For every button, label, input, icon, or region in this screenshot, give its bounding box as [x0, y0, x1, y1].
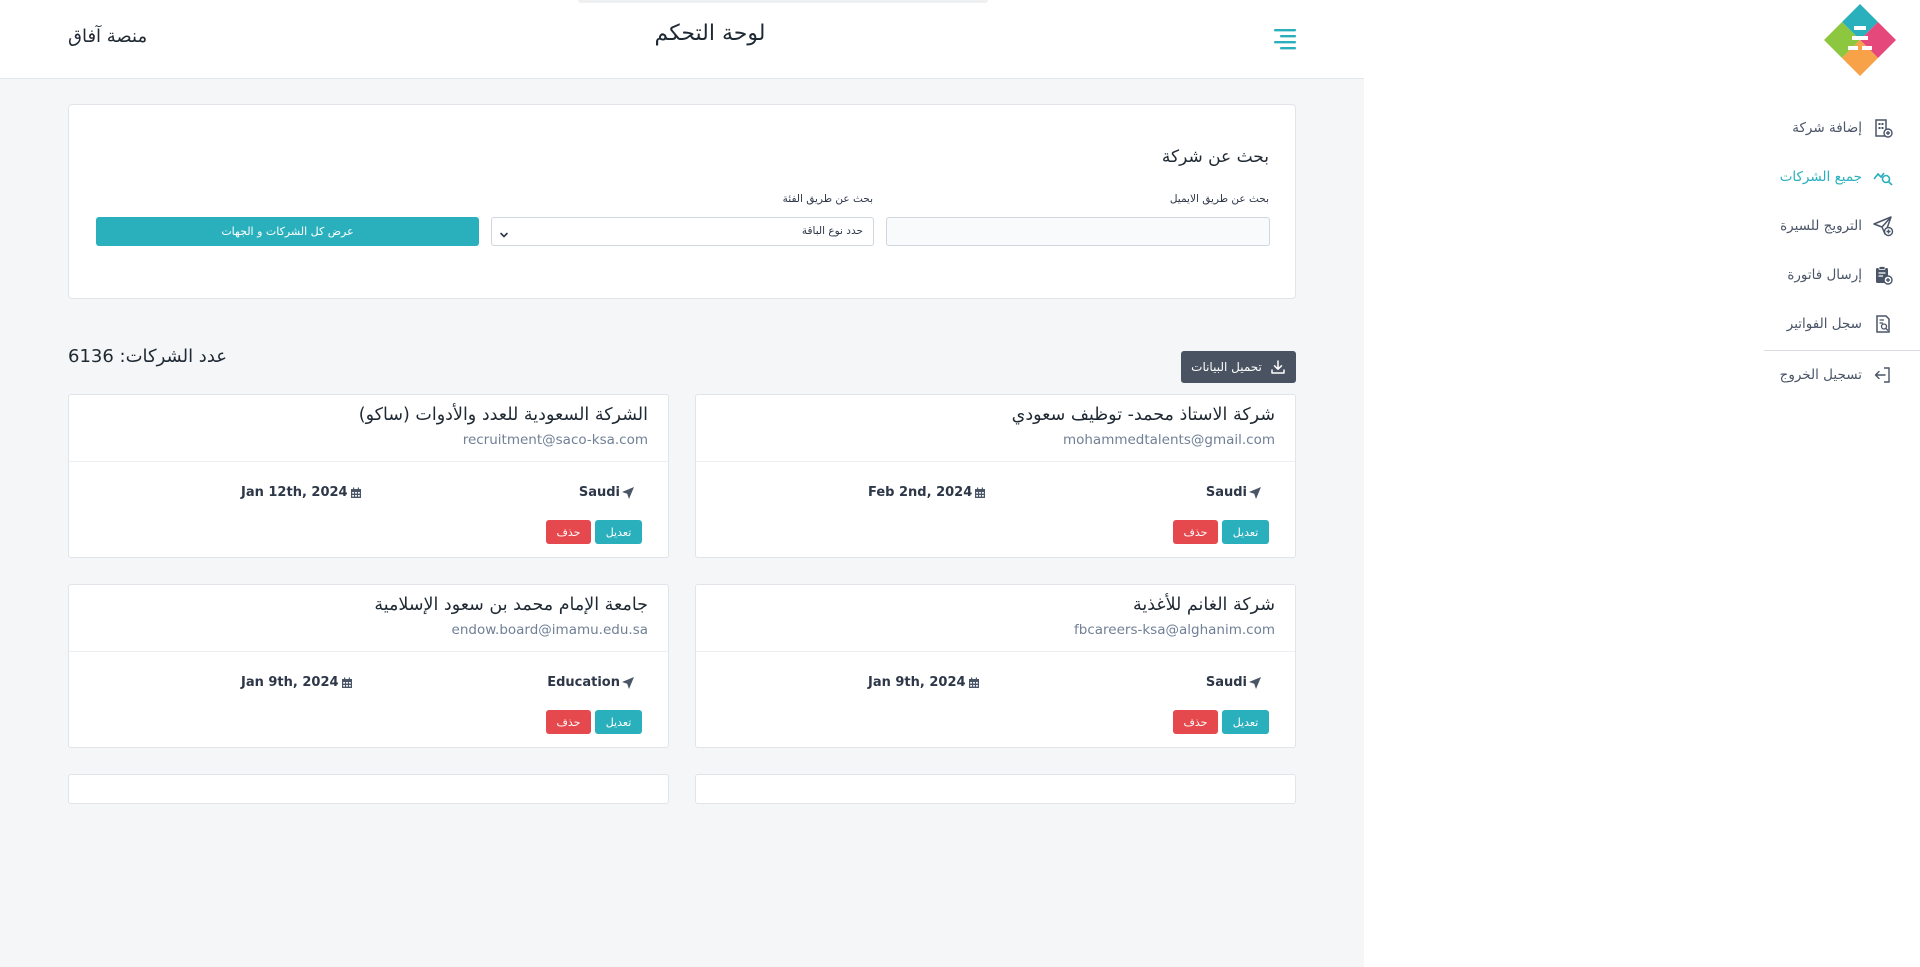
company-card: الشركة السعودية للعدد والأدوات (ساكو) re… [68, 394, 669, 558]
location-arrow-icon [1248, 676, 1262, 690]
company-count-label: عدد الشركات: [119, 346, 228, 367]
sidebar-item-label: الترويج للسيرة [1780, 218, 1862, 234]
company-location: Education [547, 675, 635, 690]
company-card: جامعة الإمام محمد بن سعود الإسلامية endo… [68, 584, 669, 748]
delete-company-button[interactable]: حذف [1173, 520, 1218, 544]
show-all-companies-button[interactable]: عرض كل الشركات و الجهات [96, 217, 479, 246]
delete-company-button[interactable]: حذف [546, 520, 591, 544]
sidebar-item-send-invoice[interactable]: إرسال فاتورة [1726, 257, 1920, 293]
company-location-text: Saudi [1205, 485, 1247, 500]
download-data-button[interactable]: تحميل البيانات [1181, 351, 1296, 383]
sidebar: إضافة شركة جميع الشركات الترويج للسيرة إ… [1726, 0, 1920, 967]
delete-company-button[interactable]: حذف [546, 710, 591, 734]
edit-company-button[interactable]: تعديل [595, 520, 642, 544]
sidebar-item-label: تسجيل الخروج [1779, 367, 1862, 383]
card-divider [69, 461, 668, 462]
download-data-label: تحميل البيانات [1191, 360, 1262, 374]
calendar-icon [968, 677, 980, 689]
category-search-label: بحث عن طريق الفئة [782, 193, 873, 205]
document-search-icon [1872, 313, 1894, 335]
company-name: شركة الغانم للأغذية [1132, 595, 1275, 615]
delete-company-button[interactable]: حذف [1173, 710, 1218, 734]
company-location-text: Saudi [578, 485, 620, 500]
email-search-label: بحث عن طريق الايميل [1169, 193, 1269, 205]
email-search-input[interactable] [886, 217, 1270, 246]
send-add-icon [1872, 215, 1894, 237]
company-card-partial [695, 774, 1296, 804]
company-date-text: Jan 9th, 2024 [241, 675, 339, 690]
company-date: Feb 2nd, 2024 [868, 485, 986, 500]
company-name: شركة الاستاذ محمد- توظيف سعودي [1011, 405, 1275, 425]
card-divider [69, 651, 668, 652]
download-icon [1270, 359, 1286, 375]
sidebar-divider [1764, 350, 1920, 351]
brand-name: منصة آفاق [68, 26, 148, 47]
search-title: بحث عن شركة [1161, 147, 1269, 167]
company-location: Saudi [1206, 485, 1262, 500]
category-select[interactable]: حدد نوع الباقة [491, 217, 874, 246]
company-email: mohammedtalents@gmail.com [1062, 432, 1275, 448]
location-arrow-icon [621, 676, 635, 690]
card-divider [696, 461, 1295, 462]
sidebar-item-label: سجل الفواتير [1786, 316, 1862, 332]
company-date: Jan 12th, 2024 [241, 485, 362, 500]
page-title: لوحة التحكم [654, 21, 766, 46]
company-date-text: Jan 12th, 2024 [241, 485, 348, 500]
sidebar-item-invoice-log[interactable]: سجل الفواتير [1726, 306, 1920, 342]
edit-company-button[interactable]: تعديل [1222, 710, 1269, 734]
company-location-text: Saudi [1205, 675, 1247, 690]
company-date-text: Jan 9th, 2024 [868, 675, 966, 690]
company-name: جامعة الإمام محمد بن سعود الإسلامية [374, 595, 648, 615]
search-card: بحث عن شركة بحث عن طريق الايميل بحث عن ط… [68, 104, 1296, 299]
company-location-text: Education [547, 675, 620, 690]
logout-icon [1872, 364, 1894, 386]
location-arrow-icon [1248, 486, 1262, 500]
building-add-icon [1872, 117, 1894, 139]
company-date-text: Feb 2nd, 2024 [868, 485, 973, 500]
company-count: 6136 عدد الشركات: [68, 346, 227, 367]
company-location: Saudi [579, 485, 635, 500]
calendar-icon [350, 487, 362, 499]
sidebar-item-label: جميع الشركات [1779, 169, 1862, 185]
app-logo[interactable] [1824, 4, 1896, 76]
edit-company-button[interactable]: تعديل [1222, 520, 1269, 544]
calendar-icon [974, 487, 986, 499]
category-selected-value: حدد نوع الباقة [801, 225, 863, 237]
clipboard-add-icon [1872, 264, 1894, 286]
sidebar-item-all-companies[interactable]: جميع الشركات [1726, 159, 1920, 195]
company-email: recruitment@saco-ksa.com [462, 432, 648, 448]
company-location: Saudi [1206, 675, 1262, 690]
top-bar: منصة آفاق لوحة التحكم [0, 0, 1364, 79]
card-divider [696, 651, 1295, 652]
sidebar-item-label: إضافة شركة [1792, 120, 1862, 136]
location-arrow-icon [621, 486, 635, 500]
search-chart-icon [1872, 166, 1894, 188]
company-card: شركة الغانم للأغذية fbcareers-ksa@alghan… [695, 584, 1296, 748]
main-content: منصة آفاق لوحة التحكم بحث عن شركة بحث عن… [0, 0, 1364, 967]
company-date: Jan 9th, 2024 [241, 675, 353, 690]
company-card-partial [68, 774, 669, 804]
calendar-icon [341, 677, 353, 689]
company-name: الشركة السعودية للعدد والأدوات (ساكو) [358, 405, 648, 425]
top-decoration [578, 0, 988, 3]
sidebar-item-add-company[interactable]: إضافة شركة [1726, 110, 1920, 146]
menu-toggle-icon[interactable] [1272, 26, 1298, 52]
chevron-down-icon [498, 226, 510, 238]
sidebar-item-label: إرسال فاتورة [1787, 267, 1862, 283]
edit-company-button[interactable]: تعديل [595, 710, 642, 734]
sidebar-item-promote-cv[interactable]: الترويج للسيرة [1726, 208, 1920, 244]
company-card: شركة الاستاذ محمد- توظيف سعودي mohammedt… [695, 394, 1296, 558]
company-email: endow.board@imamu.edu.sa [451, 622, 648, 638]
company-date: Jan 9th, 2024 [868, 675, 980, 690]
sidebar-item-logout[interactable]: تسجيل الخروج [1726, 357, 1920, 393]
company-count-value: 6136 [68, 346, 114, 367]
company-email: fbcareers-ksa@alghanim.com [1074, 622, 1275, 638]
